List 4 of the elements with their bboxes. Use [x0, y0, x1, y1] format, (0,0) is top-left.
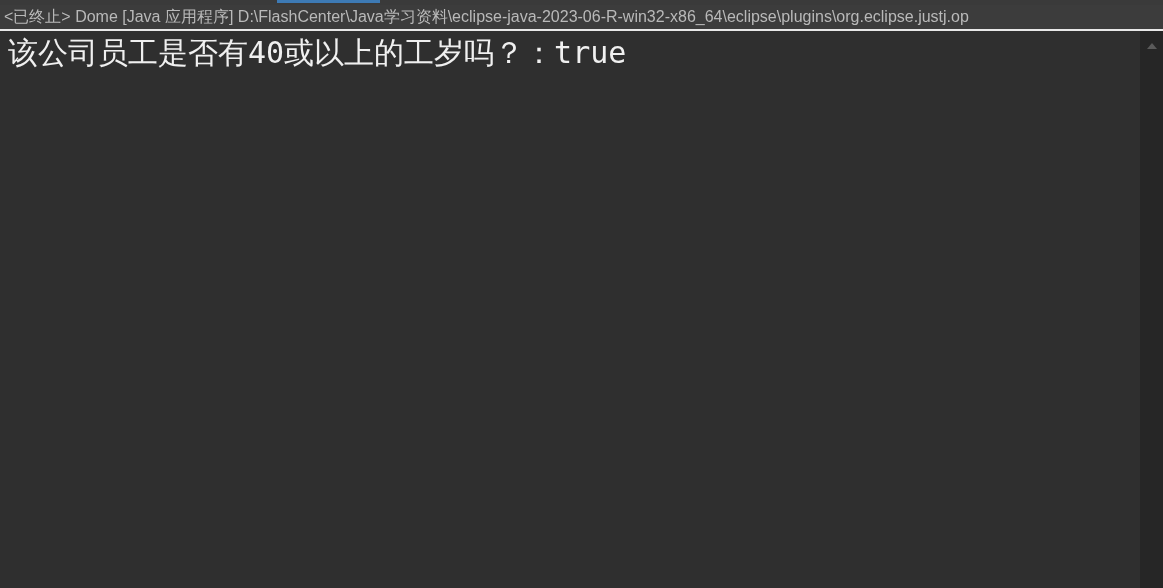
console-title: <已终止> Dome [Java 应用程序] D:\FlashCenter\Java学习资料\eclipse-java-2023-06-R-win32-x86_64\eclipse\plugins\org.eclipse.justj.op — [0, 5, 1163, 31]
scrollbar[interactable] — [1140, 31, 1163, 588]
console-output-line: 该公司员工是否有40或以上的工岁吗？：true — [8, 34, 628, 72]
scroll-up-icon[interactable] — [1146, 43, 1157, 49]
